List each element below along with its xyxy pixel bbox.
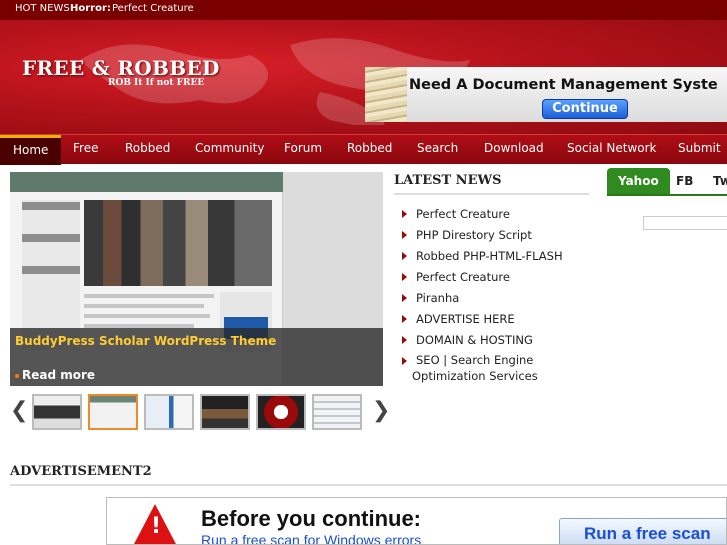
chevron-left-icon[interactable]: ❮ <box>10 400 28 422</box>
slider-thumbnail[interactable] <box>312 394 362 430</box>
slider-thumbnail[interactable] <box>200 394 250 430</box>
latest-news-divider <box>394 193 589 195</box>
list-item[interactable]: PHP Direstory Script <box>400 226 590 247</box>
read-more-link[interactable]: Read more <box>15 368 95 382</box>
nav-item-robbed[interactable]: Robbed <box>112 135 183 165</box>
nav-item-download[interactable]: Download <box>471 135 557 165</box>
documents-image <box>365 67 407 122</box>
slider-thumbnails: ❮ ❯ <box>10 392 390 432</box>
nav-item-free[interactable]: Free <box>60 135 111 165</box>
featured-slider[interactable]: BuddyPress Scholar WordPress Theme Read … <box>10 172 383 386</box>
banner-continue-button[interactable]: Continue <box>542 99 628 119</box>
hot-news-label: HOT NEWS <box>15 3 70 14</box>
exclamation-icon: ! <box>151 514 162 539</box>
advertisement2-banner[interactable]: ! Before you continue: Run a free scan f… <box>106 497 727 545</box>
site-header: FREE & ROBBED ROB It If not FREE Need A … <box>0 20 727 134</box>
ad2-headline: Before you continue: <box>201 506 422 531</box>
nav-item-search[interactable]: Search <box>404 135 471 165</box>
list-item[interactable]: ADVERTISE HERE <box>400 310 590 331</box>
tab-yahoo[interactable]: Yahoo <box>607 168 670 194</box>
hot-news-bar: HOT NEWS Horror: Perfect Creature <box>0 0 727 20</box>
advertisement2-heading: ADVERTISEMENT2 <box>10 464 152 479</box>
latest-news-list: Perfect Creature PHP Direstory Script Ro… <box>400 205 590 392</box>
slide-title[interactable]: BuddyPress Scholar WordPress Theme <box>15 334 276 348</box>
nav-item-social-network[interactable]: Social Network <box>554 135 670 165</box>
nav-item-home[interactable]: Home <box>0 135 62 165</box>
chevron-right-icon[interactable]: ❯ <box>372 400 390 422</box>
list-item-line2: Optimization Services <box>412 369 538 383</box>
list-item[interactable]: Robbed PHP-HTML-FLASH <box>400 247 590 268</box>
ad2-scan-link[interactable]: Run a free scan for Windows errors <box>201 532 421 544</box>
advertisement2-divider <box>10 484 727 486</box>
hot-news-link[interactable]: Perfect Creature <box>112 3 194 14</box>
run-free-scan-button[interactable]: Run a free scan <box>559 518 726 544</box>
site-logo-title[interactable]: FREE & ROBBED <box>22 56 220 80</box>
slider-thumbnail[interactable] <box>88 394 138 430</box>
nav-item-community[interactable]: Community <box>182 135 277 165</box>
list-item[interactable]: SEO | Search Engine Optimization Service… <box>400 352 590 392</box>
tab-fb[interactable]: FB <box>665 168 704 194</box>
slide-caption: BuddyPress Scholar WordPress Theme Read … <box>10 328 383 386</box>
list-item[interactable]: Piranha <box>400 289 590 310</box>
nav-item-forum[interactable]: Forum <box>271 135 335 165</box>
tab-tw[interactable]: Tw <box>702 168 727 194</box>
nav-item-submit[interactable]: Submit <box>665 135 727 165</box>
slider-thumbnail[interactable] <box>256 394 306 430</box>
tab-panel-box <box>643 216 727 230</box>
list-item[interactable]: DOMAIN & HOSTING <box>400 331 590 352</box>
slider-thumbnail[interactable] <box>32 394 82 430</box>
social-tabs: Yahoo FB Tw <box>607 168 727 196</box>
main-nav: Home Free Robbed Community Forum Robbed … <box>0 134 727 165</box>
list-item-line1: SEO | Search Engine <box>416 353 534 367</box>
latest-news-heading: LATEST NEWS <box>394 173 502 188</box>
slider-thumbnail[interactable] <box>144 394 194 430</box>
hot-news-category: Horror: <box>70 3 111 14</box>
site-tagline: ROB It If not FREE <box>108 78 205 88</box>
nav-item-robbed-2[interactable]: Robbed <box>334 135 405 165</box>
banner-ad[interactable]: Need A Document Management Syste Continu… <box>365 67 727 122</box>
banner-ad-text: Need A Document Management Syste <box>409 77 718 93</box>
list-item[interactable]: Perfect Creature <box>400 205 590 226</box>
list-item[interactable]: Perfect Creature <box>400 268 590 289</box>
